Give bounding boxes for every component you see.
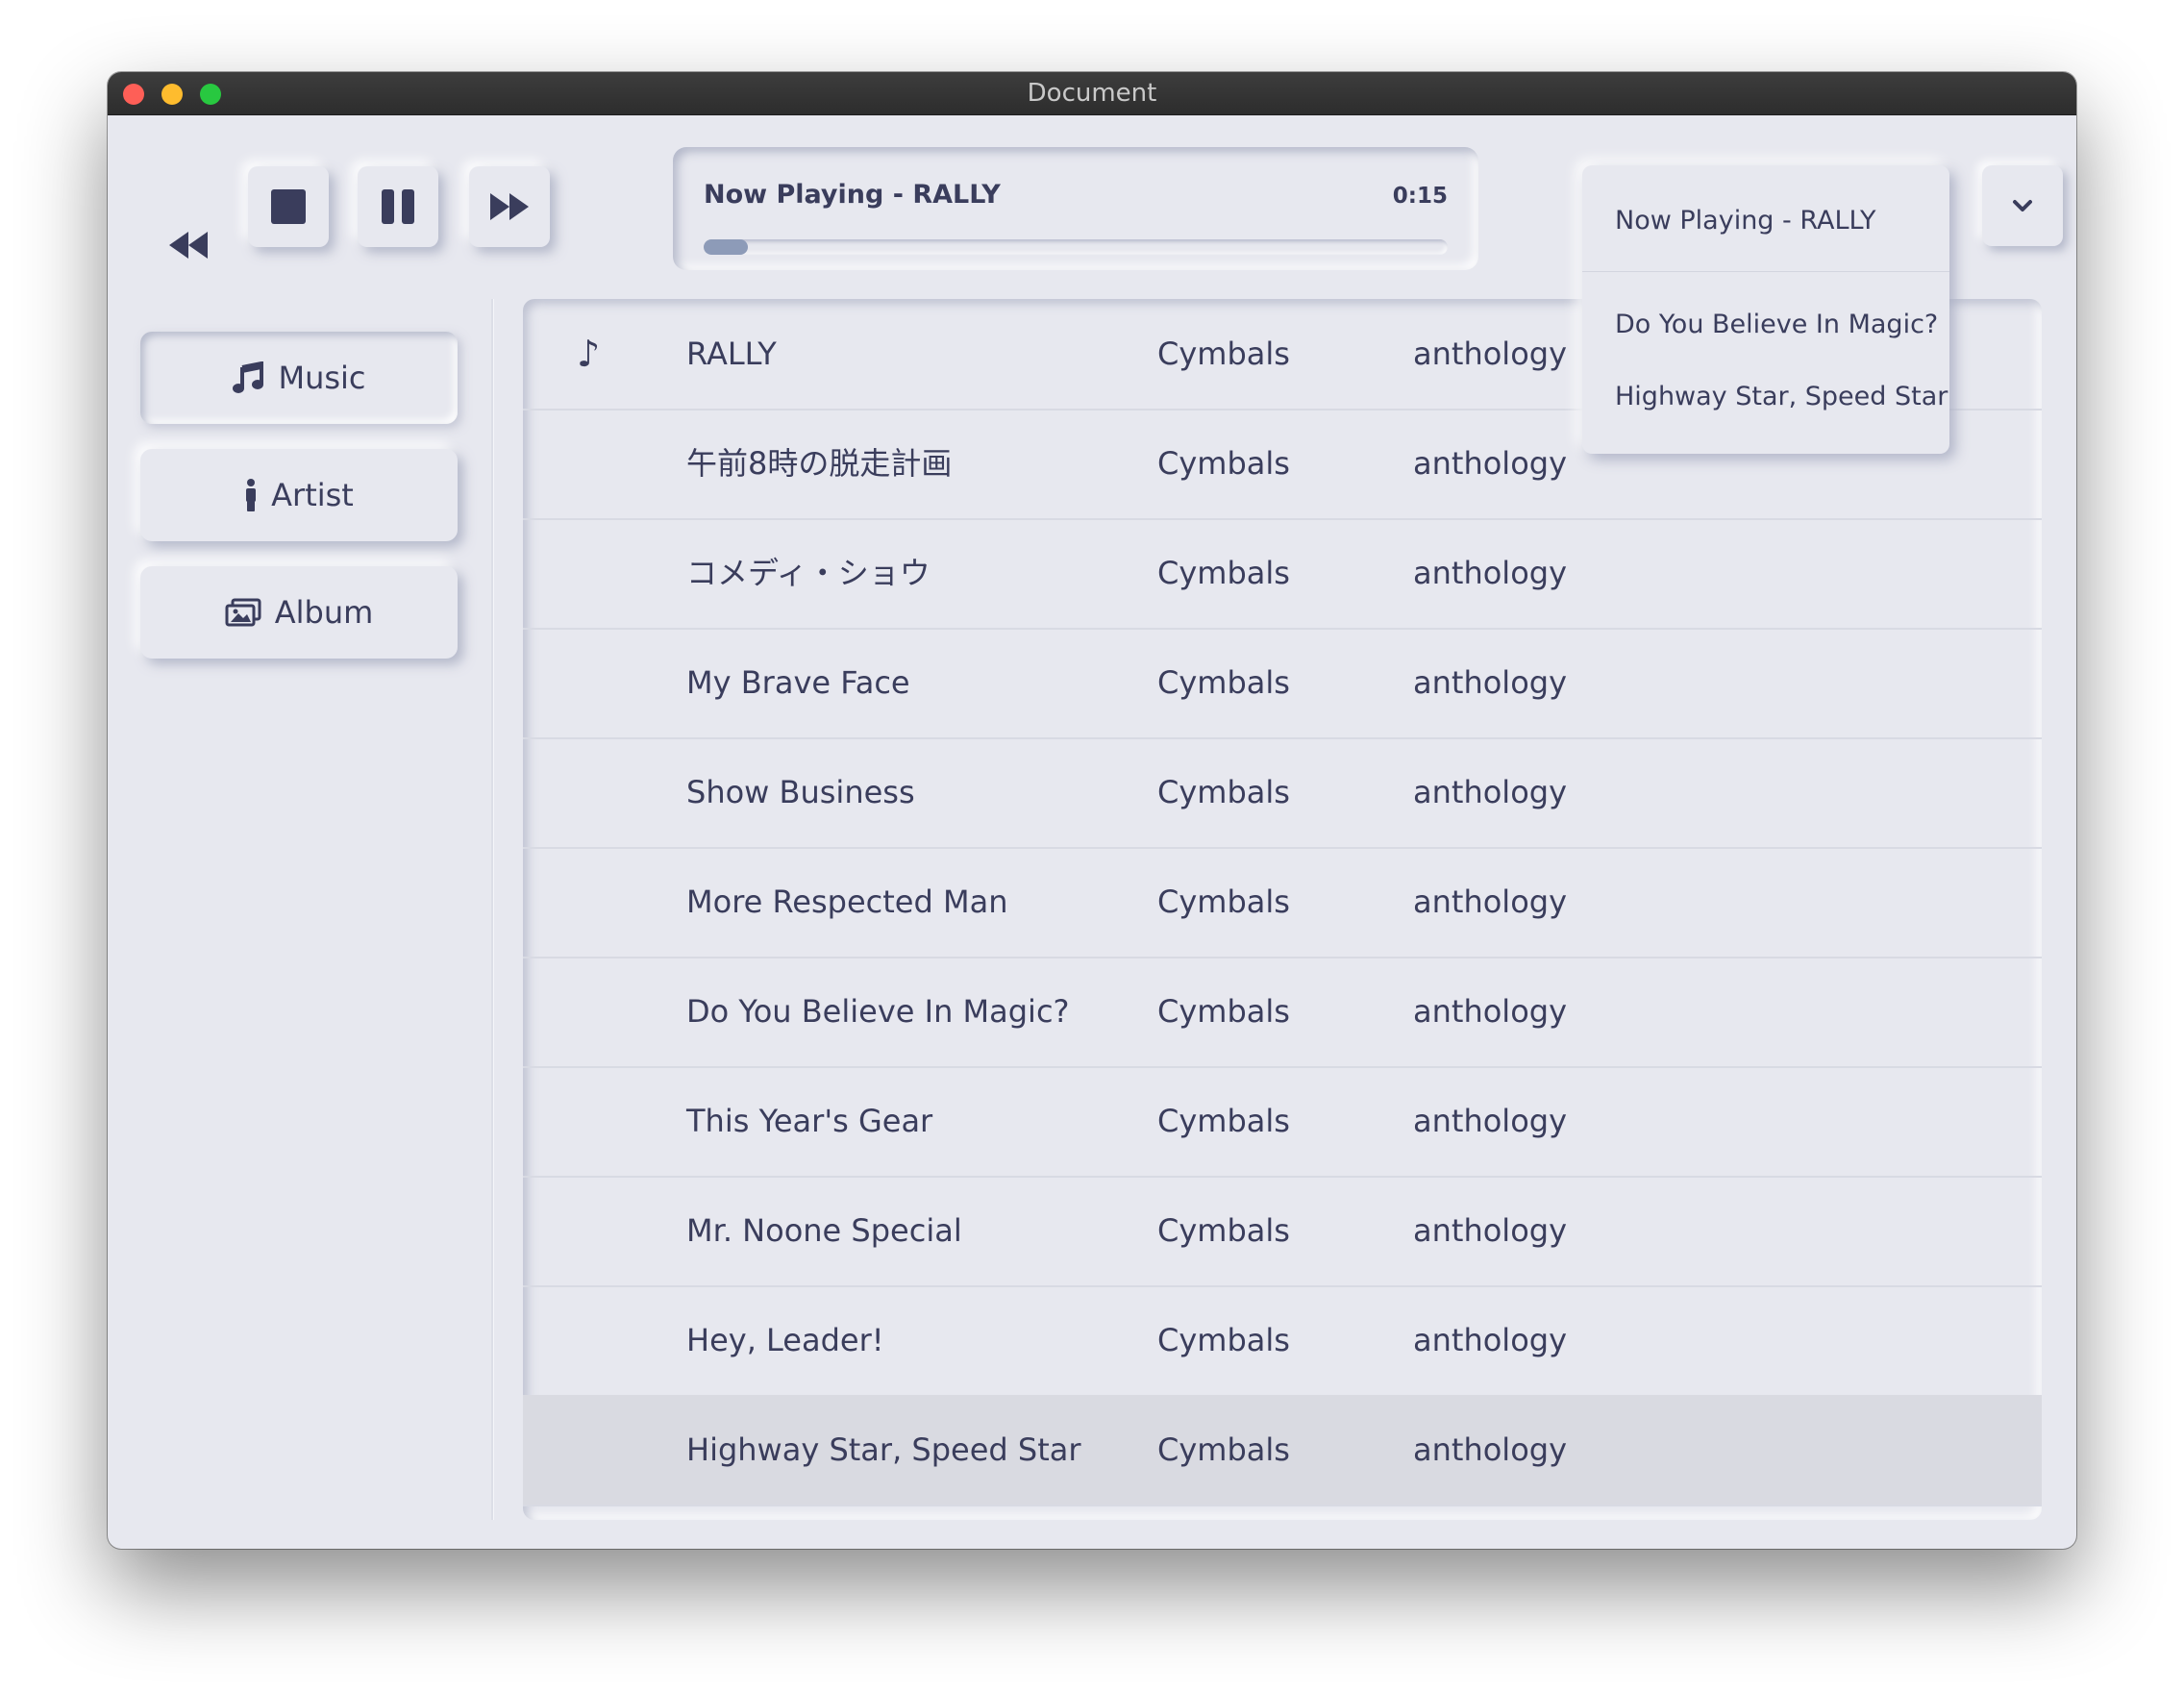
progress-fill bbox=[704, 239, 749, 255]
track-artist: Cymbals bbox=[1157, 664, 1290, 701]
track-row[interactable]: More Respected Man Cymbals anthology bbox=[523, 847, 2042, 958]
track-row[interactable]: Mr. Noone Special Cymbals anthology bbox=[523, 1176, 2042, 1287]
track-title: My Brave Face bbox=[686, 664, 910, 701]
track-row[interactable]: Hey, Leader! Cymbals anthology bbox=[523, 1285, 2042, 1397]
track-row[interactable]: コメディ・ショウ Cymbals anthology bbox=[523, 518, 2042, 630]
track-artist: Cymbals bbox=[1157, 336, 1290, 372]
now-playing-note-icon: ♪ bbox=[577, 333, 601, 375]
stop-button[interactable] bbox=[248, 166, 329, 247]
now-playing-title: Now Playing - RALLY bbox=[704, 180, 1001, 210]
track-album: anthology bbox=[1413, 1431, 1568, 1468]
track-artist: Cymbals bbox=[1157, 1322, 1290, 1358]
dropdown-item[interactable]: Highway Star, Speed Star bbox=[1615, 382, 1948, 411]
dropdown-header[interactable]: Now Playing - RALLY bbox=[1615, 206, 1875, 236]
track-artist: Cymbals bbox=[1157, 1212, 1290, 1249]
track-album: anthology bbox=[1413, 1103, 1568, 1139]
rewind-icon bbox=[169, 232, 208, 259]
track-album: anthology bbox=[1413, 445, 1568, 482]
stop-icon bbox=[271, 189, 306, 224]
sidebar-item-music[interactable]: Music bbox=[140, 332, 458, 424]
track-row[interactable]: Show Business Cymbals anthology bbox=[523, 737, 2042, 849]
sidebar-item-artist[interactable]: Artist bbox=[140, 449, 458, 541]
sidebar-item-label: Artist bbox=[271, 477, 354, 513]
track-artist: Cymbals bbox=[1157, 883, 1290, 920]
queue-dropdown-menu: Now Playing - RALLY Do You Believe In Ma… bbox=[1582, 165, 1949, 454]
track-artist: Cymbals bbox=[1157, 774, 1290, 810]
track-album: anthology bbox=[1413, 883, 1568, 920]
track-album: anthology bbox=[1413, 555, 1568, 591]
sidebar-item-label: Album bbox=[274, 594, 374, 631]
dropdown-item[interactable]: Do You Believe In Magic? bbox=[1615, 310, 1938, 339]
track-row[interactable]: My Brave Face Cymbals anthology bbox=[523, 628, 2042, 739]
track-title: Do You Believe In Magic? bbox=[686, 993, 1070, 1030]
app-window: Document Now Playing - RALLY 0:15 Now Pl… bbox=[108, 72, 2076, 1549]
track-artist: Cymbals bbox=[1157, 555, 1290, 591]
fast-forward-button[interactable] bbox=[469, 166, 550, 247]
sidebar-item-label: Music bbox=[278, 360, 366, 396]
dropdown-divider bbox=[1582, 271, 1949, 272]
track-row[interactable]: Do You Believe In Magic? Cymbals antholo… bbox=[523, 957, 2042, 1068]
track-title: Hey, Leader! bbox=[686, 1322, 884, 1358]
person-icon bbox=[246, 479, 257, 511]
title-bar: Document bbox=[108, 72, 2076, 115]
track-title: Show Business bbox=[686, 774, 915, 810]
track-title: コメディ・ショウ bbox=[686, 555, 931, 591]
track-album: anthology bbox=[1413, 993, 1568, 1030]
progress-bar[interactable] bbox=[704, 239, 1448, 255]
track-title: 午前8時の脱走計画 bbox=[686, 445, 953, 482]
track-artist: Cymbals bbox=[1157, 993, 1290, 1030]
track-list: ♪ RALLY Cymbals anthology 午前8時の脱走計画 Cymb… bbox=[523, 299, 2042, 1520]
track-title: Mr. Noone Special bbox=[686, 1212, 962, 1249]
music-note-icon bbox=[233, 361, 264, 393]
window-title: Document bbox=[1027, 79, 1157, 108]
track-artist: Cymbals bbox=[1157, 445, 1290, 482]
track-album: anthology bbox=[1413, 774, 1568, 810]
track-title: More Respected Man bbox=[686, 883, 1008, 920]
track-title: RALLY bbox=[686, 336, 777, 372]
images-icon bbox=[225, 598, 261, 627]
track-album: anthology bbox=[1413, 336, 1568, 372]
track-album: anthology bbox=[1413, 664, 1568, 701]
track-album: anthology bbox=[1413, 1212, 1568, 1249]
pause-button[interactable] bbox=[358, 166, 438, 247]
queue-dropdown-button[interactable] bbox=[1982, 165, 2063, 246]
fast-forward-icon bbox=[490, 193, 529, 220]
track-row-selected[interactable]: Highway Star, Speed Star Cymbals antholo… bbox=[523, 1395, 2042, 1506]
rewind-button[interactable] bbox=[148, 205, 229, 286]
track-title: Highway Star, Speed Star bbox=[686, 1431, 1081, 1468]
elapsed-time: 0:15 bbox=[1392, 184, 1448, 209]
track-artist: Cymbals bbox=[1157, 1431, 1290, 1468]
sidebar-item-album[interactable]: Album bbox=[140, 566, 458, 659]
sidebar-divider bbox=[491, 299, 493, 1520]
now-playing-panel: Now Playing - RALLY 0:15 bbox=[673, 147, 1478, 270]
track-title: This Year's Gear bbox=[686, 1103, 933, 1139]
pause-icon bbox=[382, 189, 414, 224]
track-row[interactable]: This Year's Gear Cymbals anthology bbox=[523, 1066, 2042, 1178]
track-album: anthology bbox=[1413, 1322, 1568, 1358]
track-artist: Cymbals bbox=[1157, 1103, 1290, 1139]
chevron-down-icon bbox=[2013, 200, 2032, 212]
